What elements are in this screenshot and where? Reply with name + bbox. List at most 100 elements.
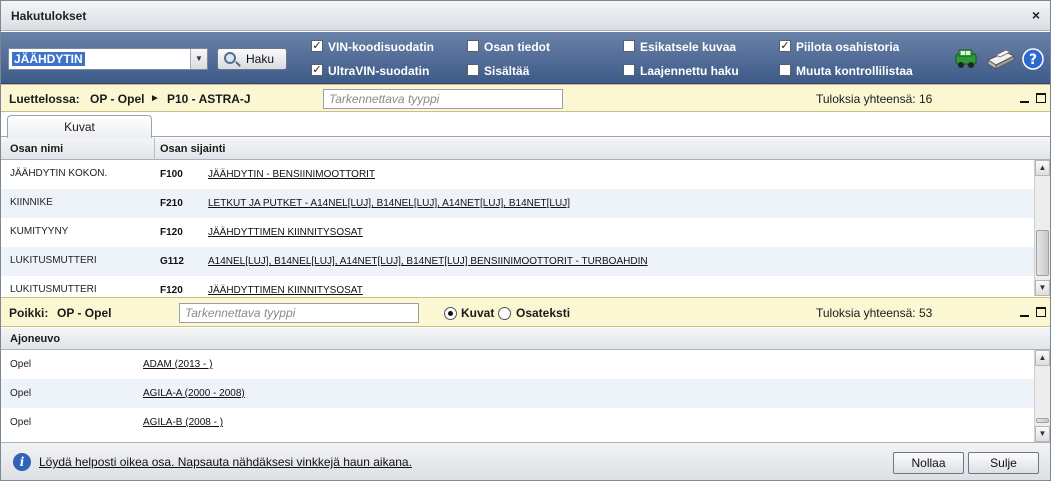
catalogue-results-count: Tuloksia yhteensä: 16: [816, 92, 933, 106]
cross-results-count: Tuloksia yhteensä: 53: [816, 306, 933, 320]
search-toolbar: JÄÄHDYTIN ▼ Haku ✓ VIN-koodisuodatin ✓ U…: [1, 32, 1050, 84]
hide-part-history-label[interactable]: Piilota osahistoria: [796, 40, 899, 54]
ultravin-filter-label[interactable]: UltraVIN-suodatin: [328, 64, 429, 78]
vehicle-make: Opel: [10, 417, 32, 428]
maximize-icon[interactable]: [1036, 307, 1046, 317]
radio-kuvat-label[interactable]: Kuvat: [461, 306, 494, 320]
table-row[interactable]: Opel ADAM (2013 - ): [1, 350, 1034, 379]
check-icon: ✓: [780, 40, 790, 52]
reset-button[interactable]: Nollaa: [893, 452, 964, 474]
table-row[interactable]: KUMITYYNY F120 JÄÄHDYTTIMEN KIINNITYSOSA…: [1, 218, 1034, 247]
catalogue-type-filter-input[interactable]: Tarkennettava tyyppi: [323, 89, 563, 109]
column-part-location[interactable]: Osan sijainti: [160, 143, 225, 155]
search-button-label: Haku: [246, 52, 275, 66]
search-input-value[interactable]: JÄÄHDYTIN: [12, 52, 85, 66]
part-code: F210: [160, 198, 183, 209]
title-bar: Hakutulokset ×: [1, 1, 1050, 31]
part-location-link[interactable]: LETKUT JA PUTKET - A14NEL[LUJ], B14NEL[L…: [208, 198, 570, 209]
close-button[interactable]: Sulje: [968, 452, 1039, 474]
table-row[interactable]: Opel AGILA-B (2008 - ): [1, 408, 1034, 437]
preview-image-checkbox[interactable]: [623, 40, 635, 52]
change-checklist-checkbox[interactable]: [779, 64, 791, 76]
radio-osateksti[interactable]: [498, 307, 511, 320]
maximize-icon[interactable]: [1036, 93, 1046, 103]
vehicle-icon[interactable]: [954, 48, 978, 73]
part-code: F100: [160, 169, 183, 180]
radio-osateksti-label[interactable]: Osateksti: [516, 306, 570, 320]
scroll-thumb[interactable]: [1036, 418, 1049, 423]
cross-make: OP - Opel: [57, 306, 112, 320]
preview-image-label[interactable]: Esikatsele kuvaa: [640, 40, 736, 54]
window-title: Hakutulokset: [11, 9, 87, 23]
part-details-label[interactable]: Osan tiedot: [484, 40, 550, 54]
part-name: JÄÄHDYTIN KOKON.: [10, 168, 108, 179]
column-part-name[interactable]: Osan nimi: [10, 143, 63, 155]
part-code: G112: [160, 256, 184, 267]
column-vehicle[interactable]: Ajoneuvo: [10, 333, 60, 345]
vehicles-scrollbar[interactable]: ▲ ▼: [1034, 350, 1050, 442]
table-row[interactable]: KIINNIKE F210 LETKUT JA PUTKET - A14NEL[…: [1, 189, 1034, 218]
check-icon: ✓: [312, 40, 322, 52]
search-combobox[interactable]: JÄÄHDYTIN ▼: [8, 48, 208, 70]
scroll-thumb[interactable]: [1036, 230, 1049, 276]
extended-search-checkbox[interactable]: [623, 64, 635, 76]
hide-part-history-checkbox[interactable]: ✓: [779, 40, 791, 52]
change-checklist-label[interactable]: Muuta kontrollilistaa: [796, 64, 913, 78]
radio-kuvat[interactable]: [444, 307, 457, 320]
parts-scrollbar[interactable]: ▲ ▼: [1034, 160, 1050, 296]
table-row[interactable]: LUKITUSMUTTERI G112 A14NEL[LUJ], B14NEL[…: [1, 247, 1034, 276]
catalogue-bar: Luettelossa: OP - Opel ► P10 - ASTRA-J T…: [1, 84, 1050, 112]
vehicle-make: Opel: [10, 359, 32, 370]
part-details-checkbox[interactable]: [467, 40, 479, 52]
minimize-icon[interactable]: [1020, 307, 1030, 317]
vin-filter-checkbox[interactable]: ✓: [311, 40, 323, 52]
column-divider: [154, 138, 155, 160]
part-name: LUKITUSMUTTERI: [10, 255, 97, 266]
table-row[interactable]: Opel AGILA-A (2000 - 2008): [1, 379, 1034, 408]
part-name: KUMITYYNY: [10, 226, 69, 237]
vehicles-table-header: Ajoneuvo: [1, 328, 1050, 350]
cross-type-filter-input[interactable]: Tarkennettava tyyppi: [179, 303, 419, 323]
magnifier-icon: [224, 52, 236, 64]
parts-table-body: JÄÄHDYTIN KOKON. F100 JÄÄHDYTIN - BENSII…: [1, 160, 1034, 296]
printer-icon[interactable]: [984, 48, 1016, 73]
tab-bar: Kuvat: [1, 113, 1050, 138]
part-code: F120: [160, 227, 183, 238]
part-code: F120: [160, 285, 183, 296]
contains-checkbox[interactable]: [467, 64, 479, 76]
help-icon[interactable]: ?: [1022, 48, 1044, 73]
tab-kuvat[interactable]: Kuvat: [7, 115, 152, 138]
vehicle-model-link[interactable]: AGILA-A (2000 - 2008): [143, 388, 245, 399]
part-location-link[interactable]: A14NEL[LUJ], B14NEL[LUJ], A14NET[LUJ], B…: [208, 256, 648, 267]
search-button[interactable]: Haku: [217, 48, 287, 70]
part-location-link[interactable]: JÄÄHDYTTIMEN KIINNITYSOSAT: [208, 285, 363, 296]
minimize-icon[interactable]: [1020, 93, 1030, 103]
ultravin-filter-checkbox[interactable]: ✓: [311, 64, 323, 76]
vehicle-model-link[interactable]: ADAM (2013 - ): [143, 359, 212, 370]
vehicles-table-body: Opel ADAM (2013 - ) Opel AGILA-A (2000 -…: [1, 350, 1034, 442]
vin-filter-label[interactable]: VIN-koodisuodatin: [328, 40, 434, 54]
contains-label[interactable]: Sisältää: [484, 64, 529, 78]
tips-link[interactable]: Löydä helposti oikea osa. Napsauta nähdä…: [39, 455, 412, 469]
chevron-down-icon[interactable]: ▼: [190, 49, 207, 69]
part-location-link[interactable]: JÄÄHDYTIN - BENSIINIMOOTTORIT: [208, 169, 375, 180]
vehicle-make: Opel: [10, 388, 32, 399]
scroll-down-icon[interactable]: ▼: [1035, 280, 1050, 296]
part-name: KIINNIKE: [10, 197, 53, 208]
table-row[interactable]: JÄÄHDYTIN KOKON. F100 JÄÄHDYTIN - BENSII…: [1, 160, 1034, 189]
scroll-down-icon[interactable]: ▼: [1035, 426, 1050, 442]
cross-reference-bar: Poikki: OP - Opel Tarkennettava tyyppi K…: [1, 297, 1050, 327]
vehicle-model-link[interactable]: AGILA-B (2008 - ): [143, 417, 223, 428]
table-row[interactable]: LUKITUSMUTTERI F120 JÄÄHDYTTIMEN KIINNIT…: [1, 276, 1034, 296]
extended-search-label[interactable]: Laajennettu haku: [640, 64, 739, 78]
catalogue-make: OP - Opel: [90, 92, 145, 106]
search-results-window: Hakutulokset × JÄÄHDYTIN ▼ Haku ✓ VIN-ko…: [0, 0, 1051, 481]
part-location-link[interactable]: JÄÄHDYTTIMEN KIINNITYSOSAT: [208, 227, 363, 238]
cross-filter-placeholder: Tarkennettava tyyppi: [185, 306, 296, 320]
close-icon[interactable]: ×: [1032, 7, 1040, 23]
scroll-up-icon[interactable]: ▲: [1035, 350, 1050, 366]
info-icon: i: [13, 453, 31, 471]
scroll-up-icon[interactable]: ▲: [1035, 160, 1050, 176]
catalogue-label: Luettelossa:: [9, 92, 80, 106]
part-name: LUKITUSMUTTERI: [10, 284, 97, 295]
